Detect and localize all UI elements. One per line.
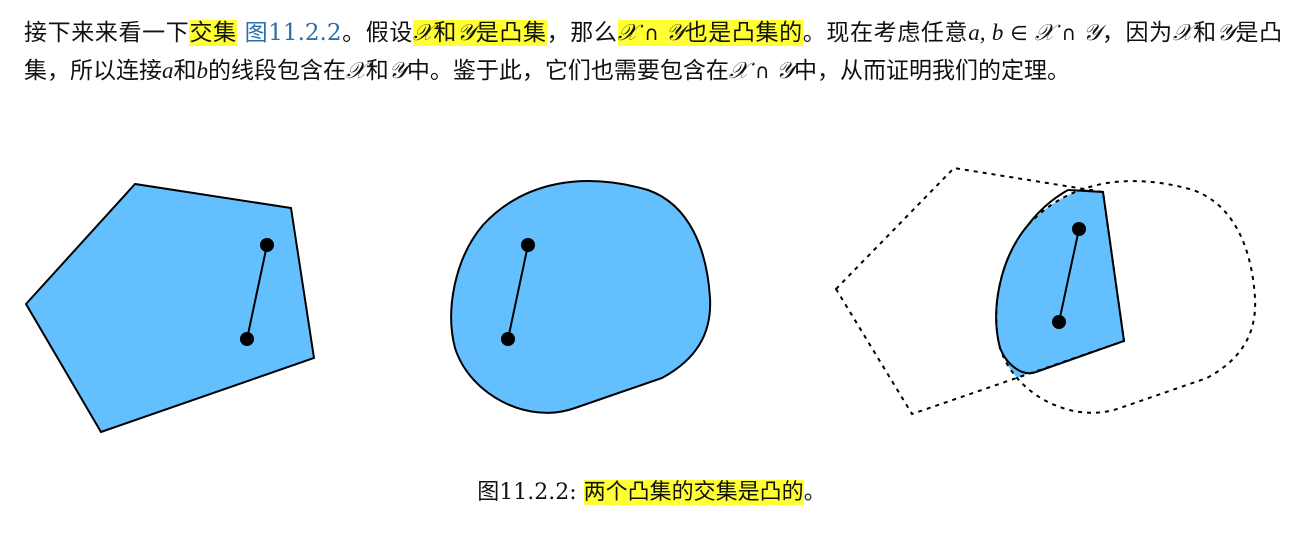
math-X: 𝒳	[1172, 20, 1193, 45]
text-run: ，那么	[546, 20, 618, 46]
text-run: 中。鉴于此，它们也需要包含在	[406, 58, 729, 84]
math-a: a	[968, 20, 980, 45]
math-Y: 𝒴	[1083, 20, 1102, 45]
intersection-panel	[834, 166, 1257, 416]
text-run: 接下来来看一下	[24, 20, 190, 46]
math-X: 𝒳	[1034, 20, 1055, 45]
blob-panel	[450, 180, 712, 414]
figure-reference-link[interactable]: 图11.2.2	[245, 20, 342, 46]
highlight-intersection: 交集	[189, 20, 237, 46]
text-run: ，因为	[1101, 20, 1173, 46]
body-paragraph: 接下来来看一下交集 图11.2.2。假设𝒳和𝒴是凸集，那么𝒳 ∩ 𝒴也是凸集的。…	[24, 14, 1282, 90]
point-b	[1052, 315, 1066, 329]
text-run: 和	[432, 20, 458, 46]
math-X: 𝒳	[728, 58, 749, 83]
math-Y: 𝒴	[388, 58, 407, 83]
text-run	[237, 20, 245, 46]
point-a	[1072, 222, 1086, 236]
pentagon-panel	[24, 182, 316, 434]
text-run: 中，从而证明我们的定理。	[794, 58, 1071, 84]
point-a	[260, 238, 274, 252]
text-run: 也是凸集的	[683, 20, 803, 46]
caption-label: 图11.2.2:	[477, 480, 584, 505]
figure-caption: 图11.2.2: 两个凸集的交集是凸的。	[0, 476, 1303, 510]
math-comma: ,	[979, 20, 992, 45]
text-run: 的线段包含在	[208, 58, 346, 84]
math-cap: ∩	[748, 59, 776, 83]
math-Y: 𝒴	[665, 20, 684, 45]
math-in: ∈	[1003, 21, 1035, 45]
math-Y: 𝒴	[1216, 20, 1235, 45]
math-cap: ∩	[637, 21, 666, 45]
highlight-intersection-convex: 𝒳 ∩ 𝒴也是凸集的	[617, 20, 803, 46]
text-run: 和	[365, 58, 389, 84]
figure-ref-prefix[interactable]: 图	[245, 20, 269, 46]
math-b: b	[991, 20, 1004, 45]
math-X: 𝒳	[412, 20, 433, 45]
text-run: 和	[1192, 20, 1217, 46]
math-X: 𝒳	[346, 58, 366, 83]
convex-sets-figure	[24, 166, 1257, 434]
text-run: 。假设	[341, 20, 413, 46]
point-a	[521, 238, 535, 252]
figure-ref-number[interactable]: 11.2.2	[268, 20, 341, 46]
convex-blob	[450, 180, 712, 414]
math-cap: ∩	[1054, 21, 1084, 45]
math-a: a	[162, 58, 174, 83]
math-X: 𝒳	[617, 20, 638, 45]
convex-pentagon	[24, 182, 316, 434]
text-run: 是凸集	[475, 20, 547, 46]
point-b	[240, 332, 254, 346]
caption-end: 。	[803, 480, 826, 505]
caption-text-highlight: 两个凸集的交集是凸的	[583, 480, 804, 505]
text-run: 。现在考虑任意	[802, 20, 969, 46]
math-b: b	[196, 58, 209, 83]
highlight-convex-sets: 𝒳和𝒴是凸集	[412, 20, 547, 46]
math-Y: 𝒴	[457, 20, 476, 45]
math-Y: 𝒴	[775, 58, 795, 83]
point-b	[501, 332, 515, 346]
text-run: 和	[173, 58, 197, 84]
